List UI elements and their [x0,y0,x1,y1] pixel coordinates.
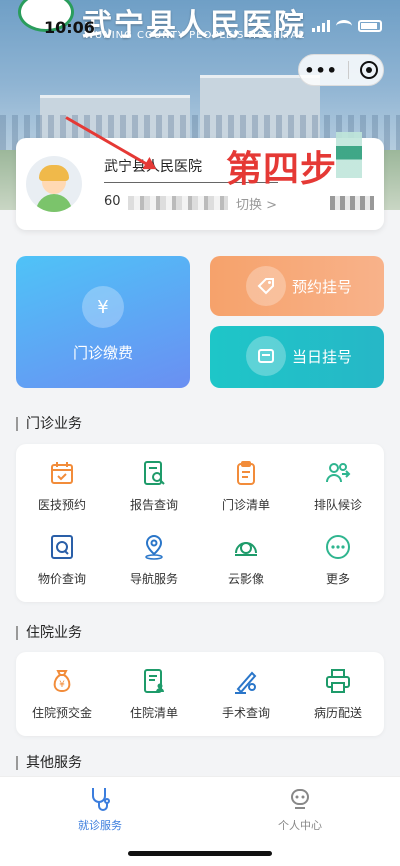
nav-personal-center[interactable]: 个人中心 [250,785,350,833]
status-icons [312,20,382,32]
miniprogram-capsule: ••• [298,54,384,86]
more-menu-button[interactable]: ••• [304,61,338,80]
wifi-icon [336,20,352,32]
nav-visit-services-label: 就诊服务 [78,819,122,832]
outpatient-payment-label: 门诊缴费 [72,344,133,362]
nav-personal-center-label: 个人中心 [278,819,322,832]
outpatient-item-report-search[interactable]: 报告查询 [108,448,200,522]
document-person-icon [139,666,169,696]
patient-id: 60 [104,194,121,209]
inpatient-item-label: 病历配送 [313,705,362,720]
hospital-subtitle: WUNING COUNTY PEOPLE'S HOSPITAL [84,30,305,41]
outpatient-item-calendar-check[interactable]: 医技预约 [16,448,108,522]
avatar [26,156,82,212]
scalpel-search-icon [231,666,261,696]
clipboard-list-icon [231,458,261,488]
redacted-info [330,196,374,210]
price-search-icon [47,532,77,562]
other-section-title: 其他服务 [16,756,82,770]
outpatient-item-label: 物价查询 [37,571,86,586]
redacted-id [128,196,228,210]
same-day-registration-button[interactable]: 当日挂号 [210,326,384,388]
signal-icon [312,20,330,32]
svg-text:¥: ¥ [59,680,65,690]
outpatient-item-price-search[interactable]: 物价查询 [16,522,108,596]
outpatient-payment-button[interactable]: ¥ 门诊缴费 [16,256,190,388]
stethoscope-icon [86,785,114,813]
close-miniprogram-icon[interactable] [359,61,378,79]
payment-hand-icon: ¥ [82,286,124,328]
outpatient-item-queue-people[interactable]: 排队候诊 [292,448,384,522]
same-day-registration-label: 当日挂号 [292,348,353,366]
battery-icon [358,20,382,32]
inpatient-item-money-bag[interactable]: ¥ 住院预交金 [16,656,108,730]
appointment-button[interactable]: 预约挂号 [210,256,384,316]
home-indicator [128,851,272,856]
outpatient-item-label: 排队候诊 [313,497,362,512]
outpatient-item-more-dots[interactable]: 更多 [292,522,384,596]
nav-visit-services[interactable]: 就诊服务 [50,785,150,833]
outpatient-item-label: 更多 [325,571,350,586]
status-time: 10:06 [44,18,95,37]
money-bag-icon: ¥ [47,666,77,696]
outpatient-item-label: 导航服务 [129,571,178,586]
step-annotation: 第四步 [226,149,338,190]
inpatient-grid: ¥ 住院预交金 住院清单 手术查询 病历配送 [16,652,384,736]
calendar-check-icon [47,458,77,488]
outpatient-grid: 医技预约 报告查询 门诊清单 排队候诊物价查询 导航服务 云影像 更多 [16,444,384,602]
printer-icon [323,666,353,696]
appointment-label: 预约挂号 [292,278,353,296]
inpatient-item-label: 住院预交金 [31,705,92,720]
outpatient-item-label: 报告查询 [129,497,178,512]
tag-icon [246,266,286,306]
ticket-icon [246,336,286,376]
inpatient-item-label: 住院清单 [129,705,178,720]
report-search-icon [139,458,169,488]
location-pin-icon [139,532,169,562]
outpatient-section-title: 门诊业务 [16,417,82,431]
inpatient-item-document-person[interactable]: 住院清单 [108,656,200,730]
outpatient-item-location-pin[interactable]: 导航服务 [108,522,200,596]
outpatient-item-clipboard-list[interactable]: 门诊清单 [200,448,292,522]
more-dots-icon [323,532,353,562]
bottom-nav: 就诊服务 个人中心 [0,776,400,866]
inpatient-section-title: 住院业务 [16,626,82,640]
outpatient-item-label: 医技预约 [37,497,86,512]
robot-face-icon [286,785,314,813]
queue-people-icon [323,458,353,488]
outpatient-item-ct-scanner[interactable]: 云影像 [200,522,292,596]
inpatient-item-label: 手术查询 [221,705,270,720]
outpatient-item-label: 云影像 [227,571,264,586]
ct-scanner-icon [231,532,261,562]
inpatient-item-scalpel-search[interactable]: 手术查询 [200,656,292,730]
switch-patient-button[interactable]: 切换 > [236,194,277,213]
outpatient-item-label: 门诊清单 [221,497,270,512]
capsule-divider [348,61,350,79]
qr-fragment [336,132,362,178]
inpatient-item-printer[interactable]: 病历配送 [292,656,384,730]
